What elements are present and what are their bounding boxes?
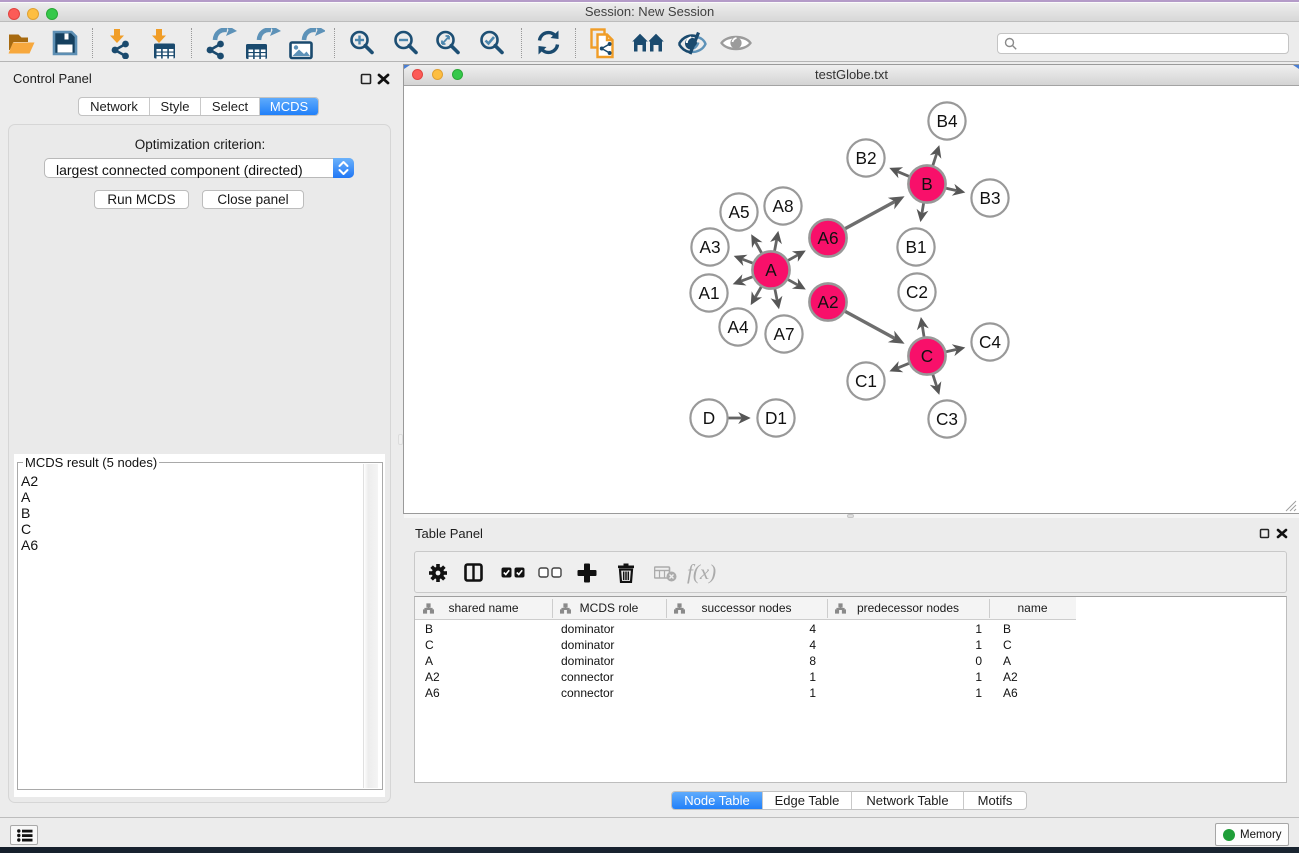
svg-text:A6: A6 [817, 228, 838, 248]
svg-text:B3: B3 [979, 188, 1000, 208]
svg-text:C4: C4 [979, 332, 1001, 352]
svg-text:A3: A3 [699, 237, 720, 257]
svg-text:A5: A5 [728, 202, 749, 222]
svg-text:A4: A4 [727, 317, 748, 337]
svg-text:C: C [921, 346, 933, 366]
svg-text:A2: A2 [817, 292, 838, 312]
svg-text:A: A [765, 260, 777, 280]
svg-text:B1: B1 [905, 237, 926, 257]
svg-text:C1: C1 [855, 371, 877, 391]
svg-text:A7: A7 [773, 324, 794, 344]
svg-text:A1: A1 [698, 283, 719, 303]
svg-text:B4: B4 [936, 111, 957, 131]
svg-text:B2: B2 [855, 148, 876, 168]
svg-text:C2: C2 [906, 282, 928, 302]
svg-text:D1: D1 [765, 408, 787, 428]
svg-text:B: B [921, 174, 932, 194]
svg-text:C3: C3 [936, 409, 958, 429]
svg-text:A8: A8 [772, 196, 793, 216]
svg-text:D: D [703, 408, 715, 428]
